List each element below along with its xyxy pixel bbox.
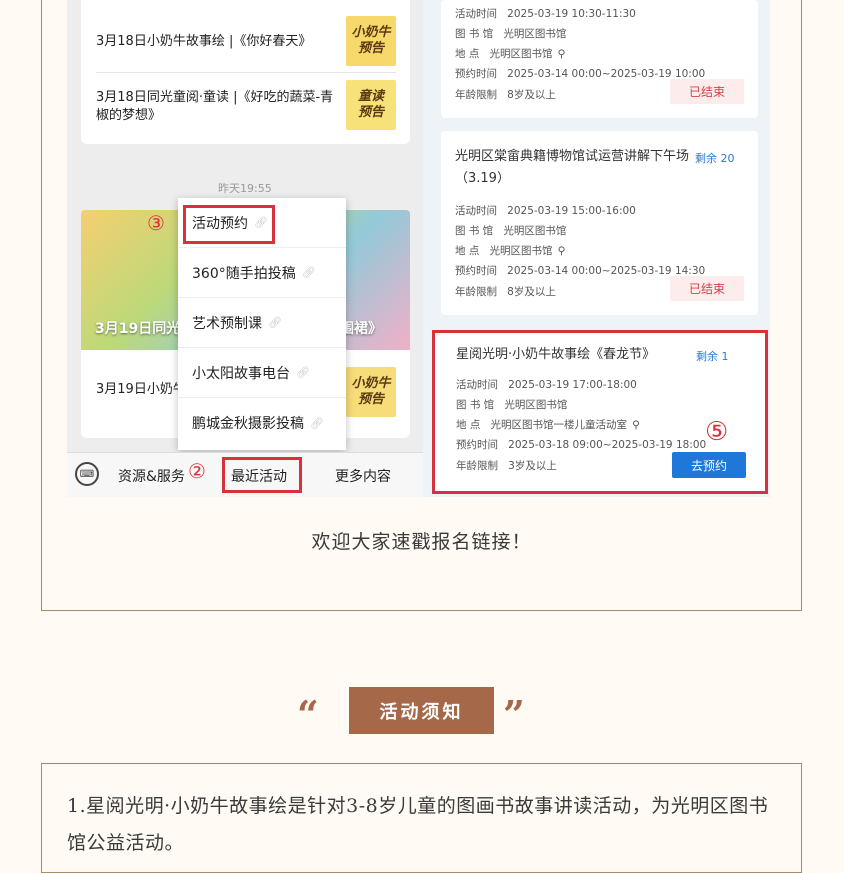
status-ended-button: 已结束 [670,276,744,301]
section-heading: 活动须知 [349,687,494,734]
remaining-badge: 剩余 20 [695,152,735,165]
event-card: 光明区棠畲典籍博物馆试运营讲解下午场（3.19） 剩余 20 活动时间 2025… [441,131,758,315]
event-detail-row: 活动时间 2025-03-19 10:30-11:30 [455,2,745,21]
link-icon: 🔗︎ [268,316,282,329]
preview-tag-icon: 小奶牛 预告 [346,16,396,66]
detail-label: 年龄限制 [455,89,497,101]
detail-value: 光明区图书馆 [503,225,567,237]
banner-caption-right: 围裙》 [340,321,382,337]
event-title[interactable]: 星阅光明·小奶牛故事绘《春龙节》 [456,344,696,366]
menu-tab-resources[interactable]: 资源&服务 [118,466,185,486]
menu-item-label: 鹏城金秋摄影投稿 [192,416,304,432]
detail-label: 图 书 馆 [455,225,494,237]
detail-value: 2025-03-19 15:00-16:00 [507,205,636,217]
detail-label: 图 书 馆 [455,28,494,40]
detail-label: 活动时间 [456,379,498,391]
menu-item-story-radio[interactable]: 小太阳故事电台 🔗︎ [178,348,346,398]
detail-label: 预约时间 [455,68,497,80]
menu-tab-more[interactable]: 更多内容 [335,466,391,486]
link-icon: 🔗︎ [301,266,316,279]
detail-label: 地 点 [455,48,480,60]
close-quote-icon: ” [503,692,525,737]
menu-item-label: 艺术预制课 [192,315,262,332]
detail-label: 预约时间 [455,265,497,277]
detail-label: 年龄限制 [455,286,497,298]
remaining-badge: 剩余 1 [696,350,729,363]
chat-item-title[interactable]: 3月18日同光童阅·童读 |《好吃的蔬菜-青椒的梦想》 [96,89,336,125]
detail-label: 地 点 [456,419,481,431]
detail-value: 光明区图书馆 [503,28,567,40]
detail-label: 图 书 馆 [456,399,495,411]
event-detail-row: 年龄限制 3岁及以上 [456,454,656,473]
detail-label: 地 点 [455,245,480,257]
step-marker-2: ② [188,459,206,483]
detail-value: 光明区图书馆一楼儿童活动室 [490,419,628,431]
menu-item-photo-submission[interactable]: 360°随手拍投稿 🔗︎ [178,248,346,298]
detail-value: 8岁及以上 [507,89,556,101]
detail-value: 2025-03-19 17:00-18:00 [508,379,637,391]
event-detail-row: 活动时间 2025-03-19 15:00-16:00 [455,199,745,218]
detail-value: 光明区图书馆 [504,399,568,411]
menu-item-art-class[interactable]: 艺术预制课 🔗︎ [178,298,346,348]
chat-item-title[interactable]: 3月19日小奶牛 [96,381,186,399]
banner-caption: 3月19日同光 [95,321,181,337]
signup-caption: 欢迎大家速戳报名链接！ [311,531,532,553]
detail-value: 3岁及以上 [508,460,557,472]
location-pin-icon[interactable]: ⚲ [632,419,640,431]
event-detail-row: 地 点 光明区图书馆 ⚲ [455,239,745,258]
event-card-highlighted: 星阅光明·小奶牛故事绘《春龙节》 剩余 1 活动时间 2025-03-19 17… [432,330,768,494]
preview-tag-icon: 童读 预告 [346,80,396,130]
event-card: 活动时间 2025-03-19 10:30-11:30 图 书 馆 光明区图书馆… [441,0,758,118]
event-detail-row: 图 书 馆 光明区图书馆 [456,393,756,412]
detail-value: 光明区图书馆 [489,48,553,60]
event-title[interactable]: 光明区棠畲典籍博物馆试运营讲解下午场（3.19） [455,146,690,190]
notice-text: 1.星阅光明·小奶牛故事绘是针对3-8岁儿童的图画书故事讲读活动，为光明区图书馆… [67,795,769,854]
step-marker-5: ⑤ [705,417,729,447]
link-icon: 🔗︎ [310,416,324,430]
event-detail-row: 地 点 光明区图书馆 ⚲ [455,42,745,61]
location-pin-icon[interactable]: ⚲ [558,48,566,60]
menu-item-label: 360°随手拍投稿 [192,265,296,282]
chat-item-title[interactable]: 3月18日小奶牛故事绘 |《你好春天》 [96,33,336,51]
book-now-button[interactable]: 去预约 [672,452,746,478]
detail-value: 2025-03-19 10:30-11:30 [507,8,636,20]
event-detail-row: 年龄限制 8岁及以上 [455,83,655,102]
highlight-box [222,457,302,493]
menu-item-photo-contest[interactable]: 鹏城金秋摄影投稿 🔗︎ [178,398,346,448]
chat-timestamp: 昨天19:55 [218,182,272,195]
step-marker-3: ③ [147,211,165,235]
detail-label: 活动时间 [455,8,497,20]
event-detail-row: 图 书 馆 光明区图书馆 [455,22,745,41]
detail-label: 年龄限制 [456,460,498,472]
status-ended-button: 已结束 [670,79,744,104]
divider [96,72,396,73]
preview-tag-icon: 小奶牛 预告 [346,367,396,417]
detail-value: 光明区图书馆 [489,245,553,257]
detail-value: 2025-03-18 09:00~2025-03-19 18:00 [508,439,707,451]
event-detail-row: 年龄限制 8岁及以上 [455,280,655,299]
menu-item-label: 小太阳故事电台 [192,365,290,382]
location-pin-icon[interactable]: ⚲ [558,245,566,257]
link-icon: 🔗︎ [296,366,310,379]
event-detail-row: 图 书 馆 光明区图书馆 [455,219,745,238]
detail-label: 活动时间 [455,205,497,217]
open-quote-icon: “ [297,692,319,737]
keyboard-icon[interactable]: ⌨ [75,462,99,486]
detail-value: 8岁及以上 [507,286,556,298]
detail-label: 预约时间 [456,439,498,451]
event-detail-row: 活动时间 2025-03-19 17:00-18:00 [456,373,756,392]
highlight-box [183,205,275,244]
